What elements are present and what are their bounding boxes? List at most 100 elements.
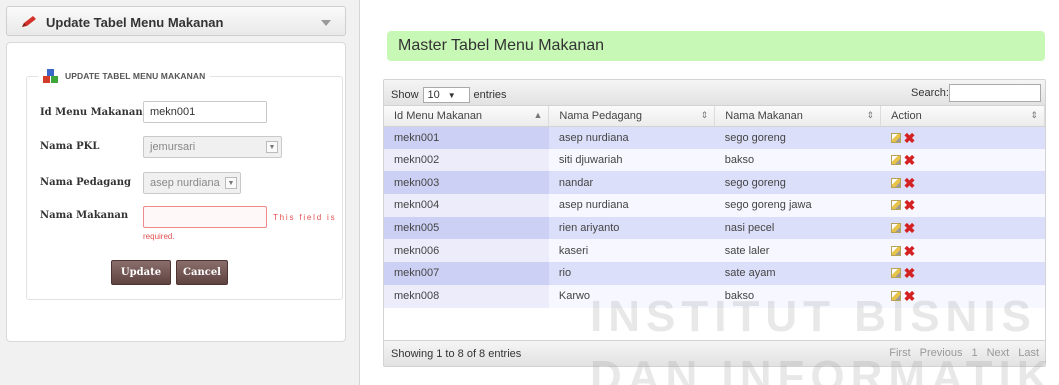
pager-next[interactable]: Next (987, 347, 1010, 359)
table-row: mekn008 Karwo bakso ✖ (384, 284, 1045, 308)
delete-icon[interactable]: ✖ (904, 198, 916, 212)
cell-pedagang: nandar (548, 171, 715, 195)
table-row: mekn002 siti djuwariah bakso ✖ (384, 148, 1045, 172)
search-input[interactable] (949, 84, 1041, 102)
cell-pedagang: kaseri (548, 239, 715, 263)
data-table-wrapper: Show 10 ▼ entries Search: Id Menu Makana… (383, 79, 1046, 367)
dropdown-arrow-icon[interactable]: ▼ (266, 141, 278, 153)
table-row: mekn001 asep nurdiana sego goreng ✖ (384, 126, 1045, 149)
sort-both-icon: ⇕ (866, 110, 875, 120)
table-row: mekn006 kaseri sate laler ✖ (384, 239, 1045, 263)
nama-pkl-value: jemursari (150, 141, 196, 153)
pager-last[interactable]: Last (1018, 347, 1039, 359)
panel-header[interactable]: Update Tabel Menu Makanan (6, 6, 346, 36)
cell-pedagang: asep nurdiana (548, 194, 715, 217)
form-legend: UPDATE TABEL MENU MAKANAN (38, 68, 211, 84)
edit-icon[interactable] (890, 155, 901, 166)
col-action-label: Action (891, 109, 922, 122)
delete-icon[interactable]: ✖ (904, 266, 916, 280)
table-row: mekn003 nandar sego goreng ✖ (384, 171, 1045, 195)
pager-page-1[interactable]: 1 (971, 347, 977, 359)
search-label: Search: (911, 87, 949, 99)
id-menu-value: mekn001 (150, 106, 196, 118)
label-nama-pkl: Nama PKL (40, 141, 100, 152)
cell-pedagang: Karwo (548, 284, 715, 308)
cell-id: mekn003 (384, 171, 549, 195)
delete-icon[interactable]: ✖ (904, 153, 916, 167)
edit-icon[interactable] (890, 200, 901, 211)
legend-text: UPDATE TABEL MENU MAKANAN (65, 71, 206, 81)
col-nama-pedagang-label: Nama Pedagang (559, 109, 642, 122)
cell-action: ✖ (880, 171, 1045, 195)
cell-action: ✖ (880, 148, 1045, 172)
table-footer: Showing 1 to 8 of 8 entries First Previo… (384, 340, 1045, 366)
update-button[interactable]: Update (111, 260, 171, 285)
cell-id: mekn005 (384, 216, 549, 240)
collapse-icon[interactable] (321, 20, 331, 26)
delete-icon[interactable]: ✖ (904, 289, 916, 303)
menu-table: Id Menu Makanan ▲ Nama Pedagang ⇕ Nama Mak… (384, 106, 1045, 308)
cell-id: mekn006 (384, 239, 549, 263)
sort-both-icon: ⇕ (1030, 110, 1038, 120)
nama-pedagang-select[interactable]: asep nurdiana ▼ (143, 172, 241, 194)
sort-both-icon: ⇕ (700, 110, 709, 120)
cell-pedagang: rio (548, 262, 715, 285)
show-label: Show (391, 89, 419, 101)
cell-makanan: bakso (714, 148, 881, 172)
dropdown-arrow-icon[interactable]: ▼ (225, 177, 237, 189)
table-toolbar: Show 10 ▼ entries Search: (384, 80, 1045, 106)
col-id-menu[interactable]: Id Menu Makanan ▲ (384, 106, 550, 127)
pagination: First Previous 1 Next Last (889, 347, 1039, 359)
table-row: mekn004 asep nurdiana sego goreng jawa ✖ (384, 194, 1045, 217)
delete-icon[interactable]: ✖ (904, 244, 916, 258)
id-menu-input[interactable]: mekn001 (143, 101, 267, 123)
cell-pedagang: rien ariyanto (548, 216, 715, 240)
delete-icon[interactable]: ✖ (904, 221, 916, 235)
master-title: Master Tabel Menu Makanan (387, 31, 1045, 61)
edit-icon[interactable] (890, 268, 901, 279)
table-row: mekn007 rio sate ayam ✖ (384, 262, 1045, 285)
col-action[interactable]: Action ⇕ (880, 106, 1045, 127)
cell-id: mekn004 (384, 194, 549, 217)
cell-action: ✖ (880, 194, 1045, 217)
edit-icon[interactable] (890, 291, 901, 302)
cell-makanan: nasi pecel (714, 216, 881, 240)
dropdown-arrow-icon: ▼ (447, 90, 456, 100)
pager-previous[interactable]: Previous (920, 347, 963, 359)
length-value: 10 (427, 89, 440, 101)
col-nama-makanan-label: Nama Makanan (725, 109, 803, 122)
cell-pedagang: siti djuwariah (548, 148, 715, 172)
table-info: Showing 1 to 8 of 8 entries (391, 348, 522, 360)
nama-makanan-input[interactable] (143, 206, 267, 228)
label-id-menu: Id Menu Makanan (40, 107, 143, 118)
table-row: mekn005 rien ariyanto nasi pecel ✖ (384, 216, 1045, 240)
edit-icon[interactable] (890, 177, 901, 188)
cell-id: mekn008 (384, 284, 549, 308)
cell-id: mekn002 (384, 148, 549, 172)
cell-makanan: sego goreng (714, 126, 881, 149)
nama-pkl-select[interactable]: jemursari ▼ (143, 136, 282, 158)
cell-makanan: sego goreng jawa (714, 194, 881, 217)
col-nama-makanan[interactable]: Nama Makanan ⇕ (714, 106, 882, 127)
error-message-cont: required. (143, 232, 175, 241)
edit-icon[interactable] (890, 245, 901, 256)
error-message: This field is (273, 213, 337, 222)
cell-makanan: sego goreng (714, 171, 881, 195)
delete-icon[interactable]: ✖ (904, 176, 916, 190)
entries-label: entries (473, 89, 507, 101)
label-nama-pedagang: Nama Pedagang (40, 177, 131, 188)
nama-pedagang-value: asep nurdiana (150, 177, 220, 189)
delete-icon[interactable]: ✖ (904, 131, 916, 145)
edit-icon[interactable] (890, 223, 901, 234)
cell-makanan: bakso (714, 284, 881, 308)
col-nama-pedagang[interactable]: Nama Pedagang ⇕ (548, 106, 716, 127)
cell-action: ✖ (880, 126, 1045, 149)
cell-action: ✖ (880, 284, 1045, 308)
edit-icon[interactable] (890, 132, 901, 143)
label-nama-makanan: Nama Makanan (40, 210, 129, 221)
pencil-icon (22, 16, 36, 27)
cancel-button[interactable]: Cancel (176, 260, 228, 285)
cell-makanan: sate laler (714, 239, 881, 263)
length-select[interactable]: 10 ▼ (422, 87, 470, 103)
pager-first[interactable]: First (889, 347, 910, 359)
